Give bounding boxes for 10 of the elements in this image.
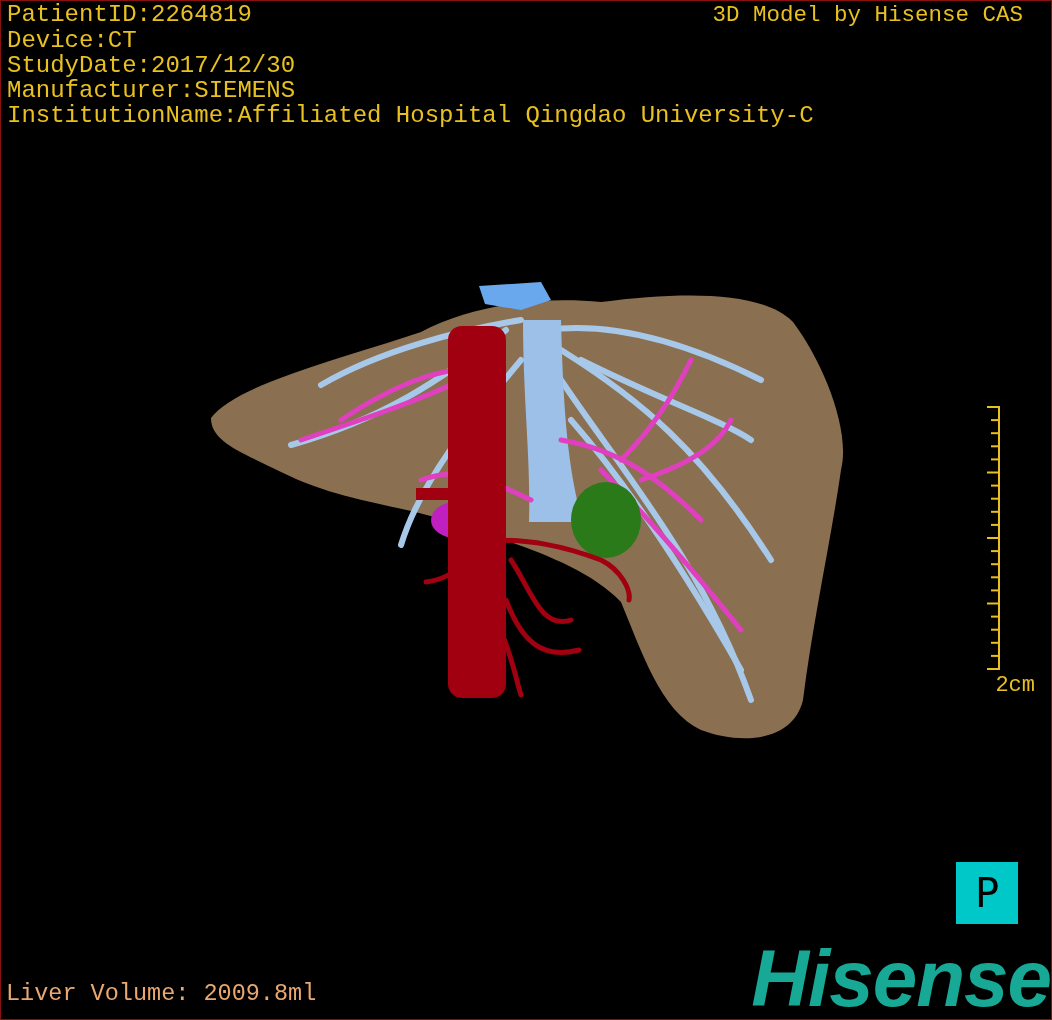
model-title: 3D Model by Hisense CAS (712, 2, 1023, 28)
scale-label: 2cm (995, 673, 1035, 699)
patient-info-text: InstitutionName:Affiliated Hospital Qingdao University-C (7, 103, 815, 128)
patient-info-text: Device:CT (7, 28, 138, 53)
patient-info-text: Manufacturer:SIEMENS (7, 78, 297, 103)
liver-volume-text: Liver Volume: 2009.8ml (5, 981, 317, 1009)
brand-logo: Hisense (751, 944, 1051, 1019)
patient-info-text: StudyDate:2017/12/30 (7, 53, 297, 78)
orientation-marker: P (956, 862, 1018, 924)
patient-info-text: PatientID:2264819 (7, 2, 253, 28)
